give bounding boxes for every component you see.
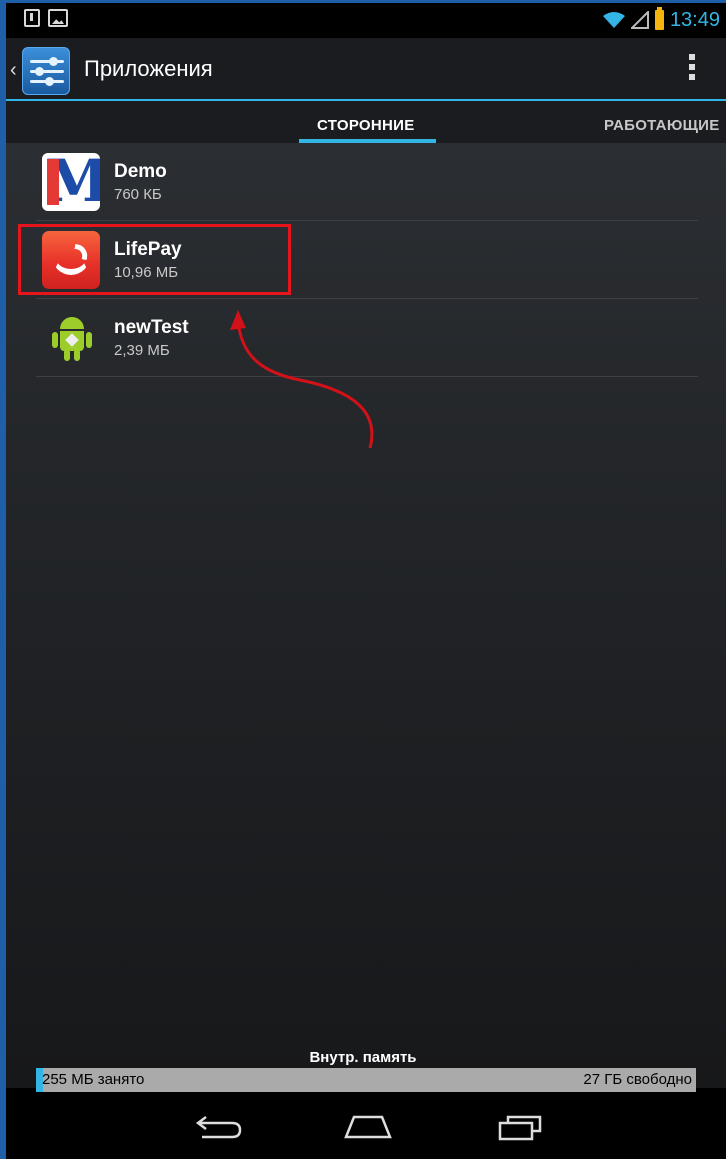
battery-icon xyxy=(654,7,664,30)
back-icon[interactable] xyxy=(188,1109,248,1145)
tab-strip: СТОРОННИЕ РАБОТАЮЩИЕ xyxy=(6,101,726,143)
status-indicators: 13:49 xyxy=(602,7,720,33)
tab-running[interactable]: РАБОТАЮЩИЕ xyxy=(604,117,720,134)
storage-label: Внутр. память xyxy=(309,1049,417,1066)
home-icon[interactable] xyxy=(338,1109,398,1145)
up-caret-icon[interactable]: ‹ xyxy=(10,60,17,80)
page-title: Приложения xyxy=(84,56,213,81)
app-size: 2,39 МБ xyxy=(114,342,170,359)
demo-m-icon: M xyxy=(42,153,100,211)
annotation-arrow-icon xyxy=(230,310,374,449)
tab-downloaded[interactable]: СТОРОННИЕ xyxy=(317,117,415,134)
app-size: 760 КБ xyxy=(114,186,162,203)
navigation-bar xyxy=(6,1095,726,1159)
app-name: newTest xyxy=(114,317,189,338)
android-icon xyxy=(42,309,100,367)
recent-apps-icon[interactable] xyxy=(490,1109,550,1145)
app-name: Demo xyxy=(114,161,167,182)
storage-used-text: 255 МБ занято xyxy=(42,1071,145,1088)
screenshot-notification-icon[interactable] xyxy=(48,9,68,27)
highlight-box xyxy=(18,224,291,295)
wifi-icon xyxy=(602,12,625,28)
clock: 13:49 xyxy=(669,8,720,31)
storage-free-text: 27 ГБ свободно xyxy=(583,1071,692,1088)
storage-bar: 255 МБ занято 27 ГБ свободно xyxy=(36,1068,696,1092)
action-bar: ‹ Приложения xyxy=(6,38,726,101)
signal-icon xyxy=(630,11,649,29)
settings-sliders-icon[interactable] xyxy=(22,47,70,95)
list-item-demo[interactable]: M Demo 760 КБ xyxy=(36,143,698,221)
overflow-menu-icon[interactable] xyxy=(688,54,696,86)
download-notification-icon[interactable] xyxy=(24,9,40,27)
status-bar: 13:49 xyxy=(6,3,726,38)
